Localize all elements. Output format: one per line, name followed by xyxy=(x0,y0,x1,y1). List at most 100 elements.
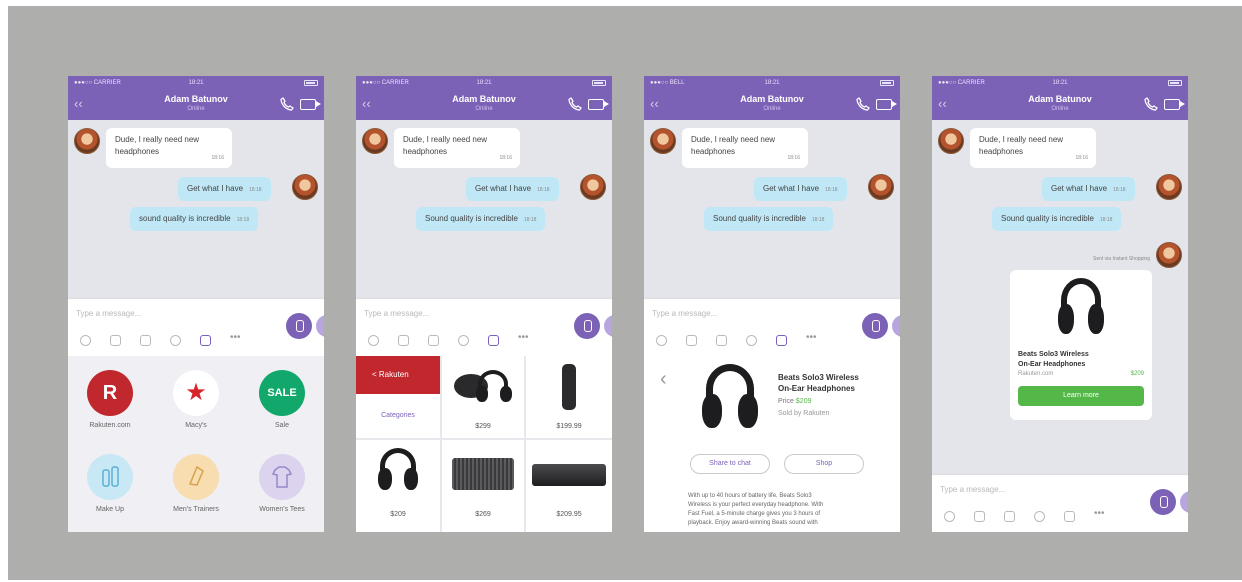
message-time: 18:18 xyxy=(1099,217,1113,223)
product-card[interactable]: $299 xyxy=(442,356,524,438)
camera-icon[interactable] xyxy=(1004,511,1015,522)
gif-icon[interactable] xyxy=(458,335,469,346)
product-card[interactable]: $199.99 xyxy=(526,356,612,438)
product-card[interactable]: $269 xyxy=(442,440,524,532)
shopping-bag-icon[interactable] xyxy=(776,335,787,346)
shop-button[interactable]: Shop xyxy=(784,454,864,474)
microphone-icon[interactable] xyxy=(286,313,312,339)
message-time: 18:18 xyxy=(1113,187,1126,193)
categories-link[interactable]: Categories xyxy=(356,412,440,419)
gif-icon[interactable] xyxy=(746,335,757,346)
phone-call-icon[interactable] xyxy=(280,97,294,111)
message-input[interactable]: Type a message... xyxy=(364,309,429,318)
message-time: 18:18 xyxy=(811,217,825,223)
more-icon[interactable]: ••• xyxy=(230,333,241,346)
more-icon[interactable]: ••• xyxy=(1094,509,1105,522)
message-text: Dude, I really need new xyxy=(691,135,776,144)
sale-tag-icon: SALE xyxy=(259,370,305,416)
rakuten-back-button[interactable]: < Rakuten xyxy=(356,356,440,394)
speaker-bar-image xyxy=(532,464,606,486)
message-input[interactable]: Type a message... xyxy=(652,309,717,318)
extra-action-button[interactable] xyxy=(316,315,324,337)
video-call-icon[interactable] xyxy=(300,99,321,110)
message-time: 18:18 xyxy=(537,187,550,193)
extra-action-button[interactable] xyxy=(1180,491,1188,513)
message-time: 18:18 xyxy=(236,217,250,223)
description-line: Fast Fuel, a 5-minute charge gives you 3… xyxy=(688,511,821,517)
description-line: Wireless is your perfect everyday headph… xyxy=(688,502,824,508)
microphone-icon[interactable] xyxy=(862,313,888,339)
message-incoming: Dude, I really need new headphones 18:16 xyxy=(970,128,1096,168)
gallery-icon[interactable] xyxy=(974,511,985,522)
app-macys[interactable]: ★ Macy's xyxy=(156,370,236,429)
shared-product-card[interactable]: Beats Solo3 Wireless On-Ear Headphones R… xyxy=(1010,270,1152,420)
own-avatar xyxy=(580,174,606,200)
gif-icon[interactable] xyxy=(170,335,181,346)
battery-icon xyxy=(592,80,606,86)
sticker-icon[interactable] xyxy=(656,335,667,346)
shared-source: Rakuten.com xyxy=(1018,371,1054,377)
shopping-bag-icon[interactable] xyxy=(200,335,211,346)
product-title-line: Beats Solo3 Wireless xyxy=(778,373,859,382)
rakuten-logo-icon: R xyxy=(87,370,133,416)
app-sale[interactable]: SALE Sale xyxy=(242,370,322,429)
shared-product-title: Beats Solo3 Wireless On-Ear Headphones xyxy=(1018,350,1089,370)
product-card[interactable]: $209.95 xyxy=(526,440,612,532)
message-outgoing: Get what I have 18:18 xyxy=(754,177,847,201)
share-to-chat-button[interactable]: Share to chat xyxy=(690,454,770,474)
sticker-icon[interactable] xyxy=(80,335,91,346)
extra-action-button[interactable] xyxy=(892,315,900,337)
phone-call-icon[interactable] xyxy=(856,97,870,111)
microphone-icon[interactable] xyxy=(1150,489,1176,515)
app-make-up[interactable]: Make Up xyxy=(70,454,150,513)
app-label: Men's Trainers xyxy=(173,506,219,513)
product-price: $209.95 xyxy=(556,511,582,518)
more-icon[interactable]: ••• xyxy=(518,333,529,346)
chat-header: ‹‹ Adam Batunov Online xyxy=(356,90,612,120)
message-text: Sound quality is incredible xyxy=(1001,214,1094,223)
more-icon[interactable]: ••• xyxy=(806,333,817,346)
message-outgoing: Sound quality is incredible 18:18 xyxy=(704,207,834,231)
message-text: Sound quality is incredible xyxy=(425,214,518,223)
learn-more-button[interactable]: Learn more xyxy=(1018,386,1144,406)
gallery-icon[interactable] xyxy=(398,335,409,346)
phone-call-icon[interactable] xyxy=(1144,97,1158,111)
phone-call-icon[interactable] xyxy=(568,97,582,111)
tshirt-icon xyxy=(259,454,305,500)
sticker-icon[interactable] xyxy=(944,511,955,522)
camera-icon[interactable] xyxy=(716,335,727,346)
video-call-icon[interactable] xyxy=(588,99,609,110)
message-input[interactable]: Type a message... xyxy=(940,485,1005,494)
app-mens-trainers[interactable]: Men's Trainers xyxy=(156,454,236,513)
message-time: 18:16 xyxy=(1075,155,1088,161)
contact-avatar xyxy=(938,128,964,154)
gif-icon[interactable] xyxy=(1034,511,1045,522)
message-composer: Type a message... ••• xyxy=(644,298,900,356)
message-text: Dude, I really need new xyxy=(115,135,200,144)
extra-action-button[interactable] xyxy=(604,315,612,337)
video-call-icon[interactable] xyxy=(876,99,897,110)
app-womens-tees[interactable]: Women's Tees xyxy=(242,454,322,513)
message-input[interactable]: Type a message... xyxy=(76,309,141,318)
app-label: Rakuten.com xyxy=(89,422,131,429)
message-time: 18:16 xyxy=(211,155,224,161)
app-rakuten[interactable]: R Rakuten.com xyxy=(70,370,150,429)
phone-screen-product-detail: ●●●○○ BELL 18:21 ‹‹ Adam Batunov Online … xyxy=(644,76,900,532)
microphone-icon[interactable] xyxy=(574,313,600,339)
gallery-icon[interactable] xyxy=(686,335,697,346)
gallery-icon[interactable] xyxy=(110,335,121,346)
shopping-bag-icon[interactable] xyxy=(488,335,499,346)
makeup-icon xyxy=(87,454,133,500)
camera-icon[interactable] xyxy=(140,335,151,346)
product-title: Beats Solo3 Wireless On-Ear Headphones xyxy=(778,372,859,394)
app-label: Women's Tees xyxy=(259,506,305,513)
shopping-bag-icon[interactable] xyxy=(1064,511,1075,522)
sticker-icon[interactable] xyxy=(368,335,379,346)
product-card[interactable]: $209 xyxy=(356,440,440,532)
video-call-icon[interactable] xyxy=(1164,99,1185,110)
product-price: $209 xyxy=(795,398,812,405)
headphones-image xyxy=(702,364,758,438)
chevron-left-icon[interactable]: ‹ xyxy=(660,368,667,391)
camera-icon[interactable] xyxy=(428,335,439,346)
composer-toolbar: ••• xyxy=(944,509,1105,522)
